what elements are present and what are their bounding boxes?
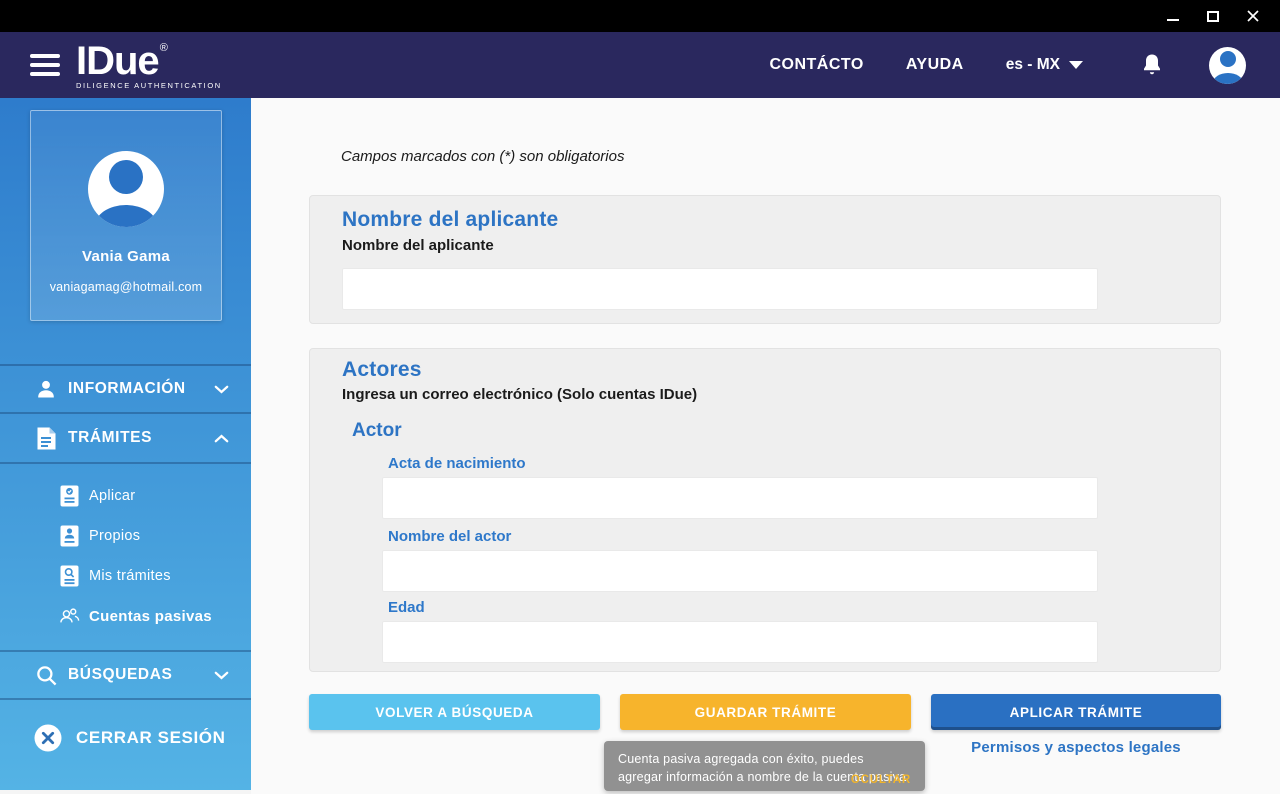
language-selector[interactable]: es - MX xyxy=(1006,56,1083,74)
nombre-actor-input[interactable] xyxy=(382,550,1098,592)
actor-section-title: Actor xyxy=(352,420,402,441)
edad-input[interactable] xyxy=(382,621,1098,663)
permisos-legales-link[interactable]: Permisos y aspectos legales xyxy=(931,739,1221,756)
logo-brand: IDue xyxy=(76,38,160,83)
acta-nacimiento-input[interactable] xyxy=(382,477,1098,519)
action-buttons-row: VOLVER A BÚSQUEDA GUARDAR TRÁMITE APLICA… xyxy=(309,694,1221,730)
doc-check-icon xyxy=(58,485,80,507)
close-icon xyxy=(1247,10,1259,22)
maximize-button[interactable] xyxy=(1206,9,1220,23)
profile-name: Vania Gama xyxy=(81,248,171,265)
user-avatar[interactable] xyxy=(1209,46,1246,84)
app-logo: IDue ® DILIGENCE AUTHENTICATION xyxy=(76,41,222,90)
sidebar-item-label: Propios xyxy=(89,528,141,544)
nombre-actor-label: Nombre del actor xyxy=(388,528,512,545)
sidebar-item-label: BÚSQUEDAS xyxy=(68,666,173,683)
sidebar-item-label: Mis trámites xyxy=(89,568,171,584)
minimize-icon xyxy=(1167,19,1179,21)
sidebar-item-label: Aplicar xyxy=(89,488,136,504)
user-icon xyxy=(34,378,58,400)
language-value: es - MX xyxy=(1005,56,1060,73)
minimize-button[interactable] xyxy=(1166,9,1180,23)
chevron-down-icon xyxy=(214,385,229,394)
actors-card-title: Actores xyxy=(342,358,422,381)
sidebar-item-tramites[interactable]: TRÁMITES xyxy=(0,414,251,464)
hamburger-menu-icon[interactable] xyxy=(30,49,60,81)
chevron-up-icon xyxy=(214,433,229,443)
toast-ocultar-button[interactable]: OCULTAR xyxy=(851,774,911,786)
doc-user-icon xyxy=(58,525,80,547)
nav-ayuda[interactable]: AYUDA xyxy=(906,56,964,74)
sidebar-item-label: TRÁMITES xyxy=(68,429,153,446)
caret-down-icon xyxy=(1069,61,1083,69)
sidebar-item-cerrar-sesion[interactable]: CERRAR SESIÓN xyxy=(0,700,251,752)
aplicar-tramite-button[interactable]: APLICAR TRÁMITE xyxy=(931,694,1221,730)
sidebar: Vania Gama vaniagamag@hotmail.com INFORM… xyxy=(0,98,251,790)
chevron-down-icon xyxy=(214,671,229,680)
notifications-bell-icon[interactable] xyxy=(1141,53,1163,77)
nav-contacto[interactable]: CONTÁCTO xyxy=(769,56,863,74)
main-content: Campos marcados con (*) son obligatorios… xyxy=(251,98,1280,794)
sidebar-item-aplicar[interactable]: Aplicar xyxy=(0,476,251,516)
sidebar-menu: INFORMACIÓN TRÁMITES Aplicar Propios Mis… xyxy=(0,364,251,752)
document-icon xyxy=(34,427,58,450)
profile-card: Vania Gama vaniagamag@hotmail.com xyxy=(30,110,222,321)
sidebar-item-busquedas[interactable]: BÚSQUEDAS xyxy=(0,650,251,700)
guardar-tramite-button[interactable]: GUARDAR TRÁMITE xyxy=(620,694,911,730)
header-nav: CONTÁCTO AYUDA es - MX xyxy=(727,46,1280,84)
applicant-name-label: Nombre del aplicante xyxy=(342,237,494,254)
profile-avatar xyxy=(88,151,164,227)
avatar-icon xyxy=(109,160,143,194)
applicant-card-title: Nombre del aplicante xyxy=(342,208,559,231)
volver-busqueda-button[interactable]: VOLVER A BÚSQUEDA xyxy=(309,694,600,730)
app-header: IDue ® DILIGENCE AUTHENTICATION CONTÁCTO… xyxy=(0,32,1280,98)
titlebar xyxy=(0,0,1280,32)
close-button[interactable] xyxy=(1246,9,1260,23)
sidebar-item-cuentas-pasivas[interactable]: Cuentas pasivas xyxy=(0,596,251,636)
logout-label: CERRAR SESIÓN xyxy=(76,728,226,747)
x-circle-icon xyxy=(34,724,62,752)
acta-nacimiento-label: Acta de nacimiento xyxy=(388,455,526,472)
applicant-card: Nombre del aplicante Nombre del aplicant… xyxy=(309,195,1221,324)
required-fields-note: Campos marcados con (*) son obligatorios xyxy=(341,148,625,165)
sidebar-item-propios[interactable]: Propios xyxy=(0,516,251,556)
registered-mark: ® xyxy=(159,41,168,54)
sidebar-item-informacion[interactable]: INFORMACIÓN xyxy=(0,364,251,414)
edad-label: Edad xyxy=(388,599,425,616)
tramites-submenu: Aplicar Propios Mis trámites Cuentas pas… xyxy=(0,464,251,650)
users-icon xyxy=(58,605,80,627)
sidebar-item-label: INFORMACIÓN xyxy=(68,380,186,397)
profile-email: vaniagamag@hotmail.com xyxy=(49,280,203,294)
actors-card: Actores Ingresa un correo electrónico (S… xyxy=(309,348,1221,672)
toast-notification: Cuenta pasiva agregada con éxito, puedes… xyxy=(604,741,925,791)
maximize-icon xyxy=(1207,10,1219,22)
sidebar-item-mis-tramites[interactable]: Mis trámites xyxy=(0,556,251,596)
doc-search-icon xyxy=(58,565,80,587)
sidebar-item-label: Cuentas pasivas xyxy=(89,607,212,625)
applicant-name-input[interactable] xyxy=(342,268,1098,310)
actors-card-subtitle: Ingresa un correo electrónico (Solo cuen… xyxy=(342,386,698,403)
avatar-icon xyxy=(1219,50,1236,67)
search-icon xyxy=(34,664,58,687)
logo-tagline: DILIGENCE AUTHENTICATION xyxy=(76,80,222,90)
